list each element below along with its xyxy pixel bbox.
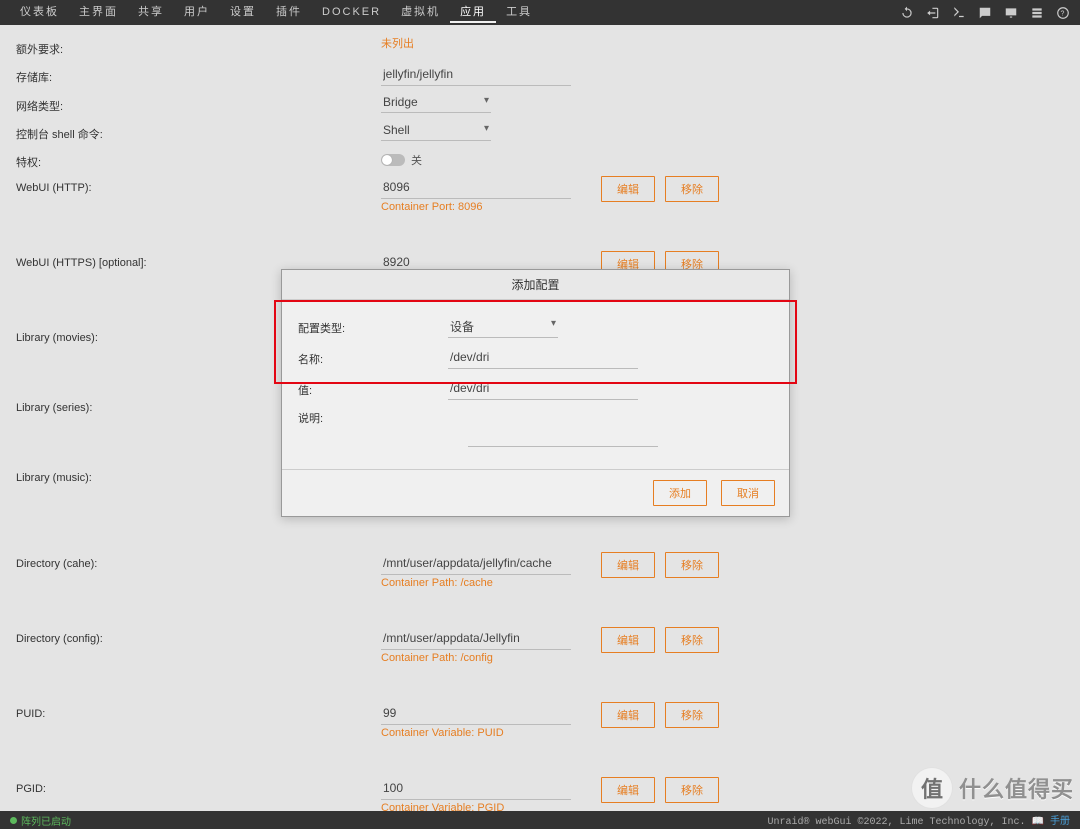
label-network-type: 网络类型: (16, 92, 381, 114)
help-icon[interactable]: ? (1056, 6, 1070, 20)
input-webui-http[interactable] (381, 176, 571, 199)
select-shell[interactable]: Shell (381, 120, 491, 141)
label-shell: 控制台 shell 命令: (16, 120, 381, 142)
label-repository: 存储库: (16, 63, 381, 85)
modal-title: 添加配置 (282, 270, 789, 300)
nav-users[interactable]: 用户 (174, 0, 220, 25)
feedback-icon[interactable] (978, 6, 992, 20)
sync-icon[interactable] (900, 6, 914, 20)
label-directory-cache: Directory (cahe): (16, 552, 381, 570)
modal-label-desc: 说明: (298, 408, 448, 426)
remove-button-dir-cache[interactable]: 移除 (665, 552, 719, 578)
label-directory-config: Directory (config): (16, 627, 381, 645)
nav-main[interactable]: 主界面 (69, 0, 128, 25)
footer-copyright: Unraid® webGui ©2022, Lime Technology, I… (767, 817, 1025, 828)
footer-bar: 阵列已启动 Unraid® webGui ©2022, Lime Technol… (0, 811, 1080, 829)
label-pgid: PGID: (16, 777, 381, 795)
modal-cancel-button[interactable]: 取消 (721, 480, 775, 506)
nav-tools[interactable]: 工具 (496, 0, 542, 25)
footer-array-status: 阵列已启动 (10, 813, 71, 828)
input-pgid[interactable] (381, 777, 571, 800)
label-privileged: 特权: (16, 148, 381, 170)
edit-button-dir-cache[interactable]: 编辑 (601, 552, 655, 578)
modal-label-value: 值: (298, 380, 448, 398)
sub-puid: Container Variable: PUID (381, 727, 571, 739)
input-directory-config[interactable] (381, 627, 571, 650)
modal-add-button[interactable]: 添加 (653, 480, 707, 506)
toggle-privileged[interactable] (381, 154, 405, 166)
modal-input-name[interactable] (448, 346, 638, 369)
nav-apps[interactable]: 应用 (450, 0, 496, 23)
modal-label-type: 配置类型: (298, 318, 448, 336)
modal-label-name: 名称: (298, 349, 448, 367)
top-nav: 仪表板 主界面 共享 用户 设置 插件 DOCKER 虚拟机 应用 工具 ? (0, 0, 1080, 25)
input-repository[interactable] (381, 63, 571, 86)
sub-directory-cache: Container Path: /cache (381, 577, 571, 589)
nav-settings[interactable]: 设置 (220, 0, 266, 25)
watermark-icon: 值 (911, 767, 953, 809)
nav-items: 仪表板 主界面 共享 用户 设置 插件 DOCKER 虚拟机 应用 工具 (10, 0, 542, 25)
monitor-icon[interactable] (1004, 6, 1018, 20)
input-directory-cache[interactable] (381, 552, 571, 575)
edit-button-webui-http[interactable]: 编辑 (601, 176, 655, 202)
modal-add-config: 添加配置 配置类型: 设备 名称: 值: 说明: 添加 取消 (281, 269, 790, 517)
footer-array-status-label: 阵列已启动 (21, 813, 71, 828)
terminal-icon[interactable] (952, 6, 966, 20)
remove-button-puid[interactable]: 移除 (665, 702, 719, 728)
sub-webui-http: Container Port: 8096 (381, 201, 571, 213)
status-dot-icon (10, 817, 17, 824)
highlight-box (274, 300, 797, 384)
edit-button-dir-config[interactable]: 编辑 (601, 627, 655, 653)
sub-pgid: Container Variable: PGID (381, 802, 571, 811)
nav-vms[interactable]: 虚拟机 (391, 0, 450, 25)
value-extra-req[interactable]: 未列出 (381, 38, 414, 50)
modal-input-value[interactable] (448, 377, 638, 400)
remove-button-webui-http[interactable]: 移除 (665, 176, 719, 202)
label-extra-req: 额外要求: (16, 35, 381, 57)
edit-button-puid[interactable]: 编辑 (601, 702, 655, 728)
label-webui-https: WebUI (HTTPS) [optional]: (16, 251, 381, 269)
footer-manual-link[interactable]: 手册 (1050, 817, 1070, 828)
book-icon: 📖 (1032, 817, 1044, 828)
svg-text:?: ? (1060, 10, 1065, 17)
input-puid[interactable] (381, 702, 571, 725)
nav-shares[interactable]: 共享 (128, 0, 174, 25)
info-icon[interactable] (1030, 6, 1044, 20)
nav-plugins[interactable]: 插件 (266, 0, 312, 25)
sub-directory-config: Container Path: /config (381, 652, 571, 664)
logout-icon[interactable] (926, 6, 940, 20)
nav-dashboard[interactable]: 仪表板 (10, 0, 69, 25)
select-network-type[interactable]: Bridge (381, 92, 491, 113)
nav-right-icons: ? (900, 6, 1070, 20)
remove-button-dir-config[interactable]: 移除 (665, 627, 719, 653)
label-webui-http: WebUI (HTTP): (16, 176, 381, 194)
modal-select-type[interactable]: 设备 (448, 316, 558, 338)
remove-button-pgid[interactable]: 移除 (665, 777, 719, 803)
watermark: 值 什么值得买 (911, 767, 1074, 809)
toggle-privileged-state: 关 (411, 152, 422, 168)
nav-docker[interactable]: DOCKER (312, 0, 391, 25)
label-puid: PUID: (16, 702, 381, 720)
edit-button-pgid[interactable]: 编辑 (601, 777, 655, 803)
footer-right: Unraid® webGui ©2022, Lime Technology, I… (767, 812, 1070, 828)
watermark-text: 什么值得买 (959, 772, 1074, 804)
